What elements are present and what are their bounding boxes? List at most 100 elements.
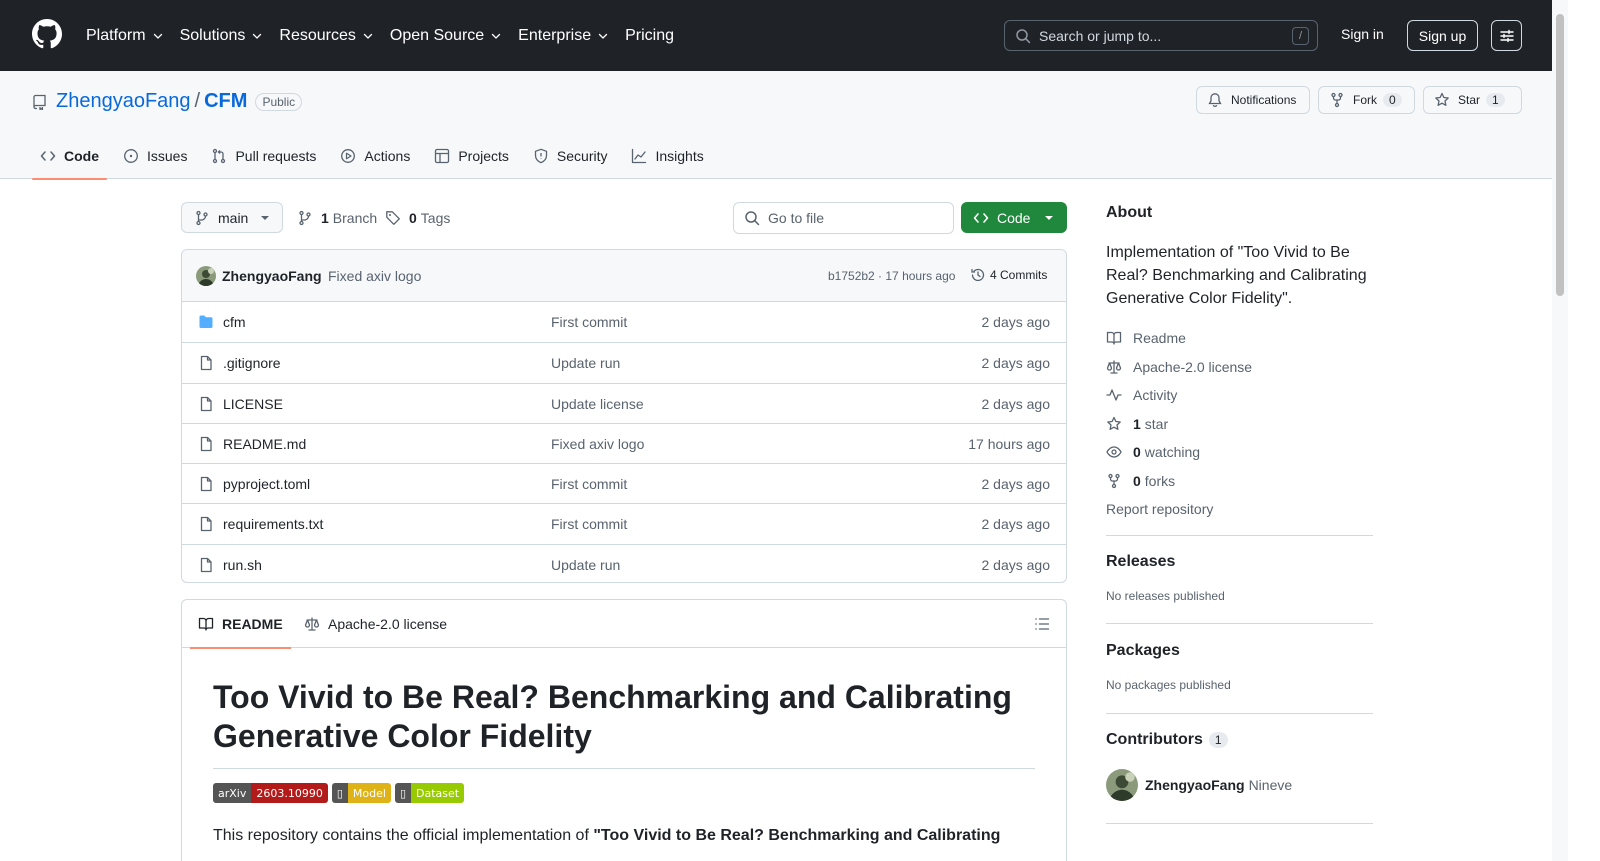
- nav-item-platform[interactable]: Platform: [86, 27, 164, 45]
- file-commit-message[interactable]: Update run: [551, 355, 620, 371]
- table-row[interactable]: LICENSE Update license 2 days ago: [182, 382, 1066, 423]
- nav-item-pricing[interactable]: Pricing: [625, 27, 674, 45]
- commit-sha-time[interactable]: b1752b2 · 17 hours ago: [828, 269, 955, 283]
- contributors-section: Contributors 1 ZhengyaoFang Nineve: [1106, 731, 1373, 801]
- file-name-link[interactable]: LICENSE: [223, 396, 283, 412]
- table-row[interactable]: README.md Fixed axiv logo 17 hours ago: [182, 422, 1066, 463]
- table-row[interactable]: pyproject.toml First commit 2 days ago: [182, 463, 1066, 503]
- file-icon: [198, 516, 214, 532]
- file-commit-date: 2 days ago: [981, 355, 1051, 372]
- folder-icon: [198, 314, 214, 330]
- badge-model[interactable]: ▯ Model: [331, 783, 391, 803]
- repo-owner-link[interactable]: ZhengyaoFang: [56, 90, 191, 113]
- badge-2603.10990[interactable]: arXiv 2603.10990: [213, 783, 328, 803]
- tab-code[interactable]: Code: [32, 133, 107, 180]
- file-name-link[interactable]: cfm: [223, 314, 246, 330]
- file-commit-message[interactable]: Update run: [551, 557, 620, 573]
- chevron-down-icon: [251, 30, 263, 42]
- badge-dataset[interactable]: ▯ Dataset: [394, 783, 465, 803]
- tab-label: Insights: [655, 148, 704, 164]
- notifications-label: Notifications: [1231, 93, 1297, 107]
- file-name-link[interactable]: .gitignore: [223, 355, 281, 371]
- file-commit-message[interactable]: First commit: [551, 476, 627, 492]
- tab-label: Code: [64, 148, 99, 164]
- table-row[interactable]: requirements.txt First commit 2 days ago: [182, 503, 1066, 543]
- tab-pull-requests[interactable]: Pull requests: [203, 133, 324, 179]
- report-repository-link[interactable]: Report repository: [1106, 495, 1373, 524]
- file-name-link[interactable]: run.sh: [223, 557, 262, 573]
- tab-actions[interactable]: Actions: [332, 133, 418, 179]
- table-row[interactable]: .gitignore Update run 2 days ago: [182, 342, 1066, 382]
- github-logo-icon[interactable]: [32, 19, 62, 49]
- git-branch-icon: [194, 210, 210, 226]
- stars-link[interactable]: 1 star: [1106, 410, 1373, 439]
- notifications-button[interactable]: Notifications: [1196, 86, 1310, 114]
- packages-heading[interactable]: Packages: [1106, 642, 1373, 660]
- commit-author[interactable]: ZhengyaoFang: [222, 268, 322, 284]
- code-dropdown-button[interactable]: Code: [961, 202, 1067, 233]
- go-to-file-input[interactable]: Go to file: [733, 202, 954, 234]
- activity-link-label: Activity: [1133, 387, 1178, 404]
- scrollbar-thumb[interactable]: [1556, 14, 1564, 296]
- file-name-link[interactable]: pyproject.toml: [223, 476, 310, 492]
- star-button[interactable]: Star 1: [1423, 86, 1522, 114]
- activity-link[interactable]: Activity: [1106, 381, 1373, 410]
- contributor-item[interactable]: ZhengyaoFang Nineve: [1106, 769, 1373, 801]
- search-placeholder: Search or jump to...: [1039, 27, 1162, 44]
- tab-security[interactable]: Security: [525, 133, 616, 179]
- menu-button[interactable]: [1491, 20, 1522, 51]
- branch-selector-button[interactable]: main: [181, 202, 283, 233]
- releases-heading[interactable]: Releases: [1106, 553, 1373, 571]
- file-commit-message[interactable]: Fixed axiv logo: [551, 436, 644, 452]
- contributors-heading[interactable]: Contributors 1: [1106, 731, 1373, 749]
- nav-item-solutions[interactable]: Solutions: [180, 27, 264, 45]
- avatar[interactable]: [196, 266, 216, 286]
- readme-link[interactable]: Readme: [1106, 324, 1373, 353]
- caret-down-icon: [1044, 213, 1054, 223]
- star-count: 1: [1486, 93, 1505, 107]
- sign-in-link[interactable]: Sign in: [1341, 26, 1384, 42]
- tag-icon: [385, 210, 401, 226]
- tab-license[interactable]: Apache-2.0 license: [304, 600, 447, 648]
- badge-left: arXiv: [213, 783, 252, 803]
- file-name-link[interactable]: requirements.txt: [223, 516, 323, 532]
- commit-message[interactable]: Fixed axiv logo: [328, 268, 421, 284]
- page-scrollbar[interactable]: [1552, 0, 1568, 861]
- file-commit-message[interactable]: First commit: [551, 516, 627, 532]
- forks-link[interactable]: 0 forks: [1106, 467, 1373, 496]
- nav-item-open-source[interactable]: Open Source: [390, 27, 502, 45]
- search-input[interactable]: Search or jump to... /: [1004, 20, 1318, 51]
- fork-button[interactable]: Fork 0: [1318, 86, 1415, 114]
- watching-link[interactable]: 0 watching: [1106, 438, 1373, 467]
- nav-item-label: Open Source: [389, 26, 485, 44]
- table-row[interactable]: cfm First commit 2 days ago: [182, 302, 1066, 342]
- table-row[interactable]: run.sh Update run 2 days ago: [182, 543, 1066, 582]
- badge-right: 2603.10990: [251, 783, 328, 803]
- nav-item-enterprise[interactable]: Enterprise: [518, 27, 609, 45]
- fork-label: Fork: [1353, 93, 1377, 107]
- avatar[interactable]: [1106, 769, 1138, 801]
- tab-readme[interactable]: README: [190, 600, 291, 649]
- badge-right: Model: [347, 783, 391, 803]
- file-commit-message[interactable]: Update license: [551, 396, 644, 412]
- file-name-link[interactable]: README.md: [223, 436, 306, 452]
- sidebar-divider: [1106, 713, 1373, 714]
- code-icon: [973, 210, 989, 226]
- sign-up-button[interactable]: Sign up: [1407, 20, 1478, 51]
- license-link[interactable]: Apache-2.0 license: [1106, 353, 1373, 382]
- readme-badges: arXiv 2603.10990 ▯ Model ▯ Dataset: [213, 783, 468, 803]
- repo-name-link[interactable]: CFM: [204, 90, 247, 113]
- list-unordered-icon[interactable]: [1034, 616, 1050, 632]
- contributor-login[interactable]: ZhengyaoFang: [1145, 777, 1245, 793]
- commits-link[interactable]: 4 Commits: [970, 267, 1047, 283]
- forks-label: forks: [1144, 472, 1176, 489]
- branches-link[interactable]: 1 Branch: [297, 210, 377, 226]
- nav-item-resources[interactable]: Resources: [279, 27, 373, 45]
- tab-projects[interactable]: Projects: [426, 133, 517, 179]
- file-commit-message[interactable]: First commit: [551, 314, 627, 330]
- tab-issues[interactable]: Issues: [115, 133, 195, 179]
- about-section: About Implementation of "Too Vivid to Be…: [1106, 204, 1373, 524]
- eye-icon: [1106, 444, 1133, 460]
- tab-insights[interactable]: Insights: [623, 133, 711, 179]
- tags-link[interactable]: 0 Tags: [385, 210, 450, 226]
